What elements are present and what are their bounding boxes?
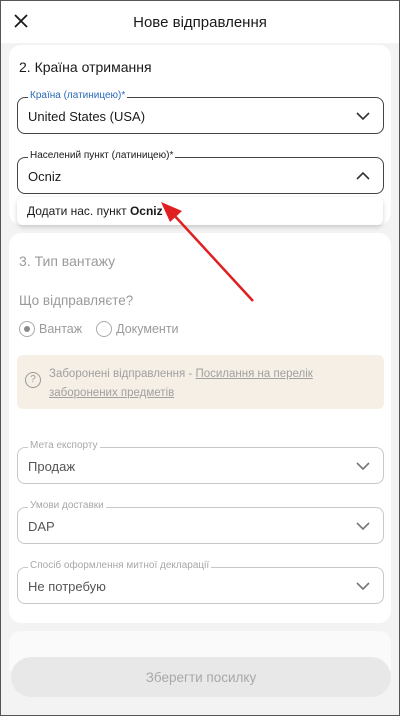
city-value: Ocniz: [28, 169, 62, 184]
radio-cargo-label: Вантаж: [39, 322, 83, 336]
cargo-question: Що відправляєте?: [19, 293, 134, 308]
radio-empty-icon: [96, 321, 113, 337]
header: Нове відправлення: [1, 1, 399, 43]
country-value: United States (USA): [28, 109, 146, 124]
cargo-type-radio-group: Вантаж Документи: [19, 321, 179, 337]
radio-cargo[interactable]: Вантаж: [19, 321, 82, 337]
section-title-country: 2. Країна отримання: [19, 59, 152, 75]
chevron-down-icon: [356, 522, 370, 531]
customs-label: Спосіб оформлення митної декларації: [28, 560, 212, 571]
radio-selected-icon: [19, 321, 35, 337]
city-input[interactable]: Населений пункт (латиницею)* Ocniz: [17, 150, 384, 194]
chevron-up-icon: [356, 171, 370, 180]
export-value: Продаж: [28, 459, 76, 474]
radio-documents[interactable]: Документи: [96, 321, 179, 337]
notice-prefix: Заборонені відправлення -: [49, 368, 196, 380]
country-label: Країна (латиницею)*: [28, 90, 128, 101]
chevron-down-icon: [356, 462, 370, 471]
save-parcel-button[interactable]: Зберегти посилку: [11, 657, 391, 697]
customs-value: Не потребую: [28, 579, 106, 594]
add-city-name: Ocniz: [129, 204, 163, 218]
add-city-prefix: Додати нас. пункт: [27, 204, 130, 218]
cargo-card: 3. Тип вантажу Що відправляєте? Вантаж Д…: [9, 233, 391, 623]
country-select[interactable]: Країна (латиницею)* United States (USA): [17, 90, 384, 134]
chevron-down-icon: [356, 112, 370, 121]
prohibited-notice: ? Заборонені відправлення - Посилання на…: [17, 355, 384, 409]
export-label: Мета експорту: [28, 440, 100, 451]
question-icon: ?: [25, 372, 41, 388]
export-purpose-select[interactable]: Мета експорту Продаж: [17, 440, 384, 484]
delivery-terms-select[interactable]: Умови доставки DAP: [17, 500, 384, 544]
city-label: Населений пункт (латиницею)*: [28, 150, 176, 161]
chevron-down-icon: [356, 582, 370, 591]
page-title: Нове відправлення: [133, 13, 267, 31]
customs-declaration-select[interactable]: Спосіб оформлення митної декларації Не п…: [17, 560, 384, 604]
notice-text: Заборонені відправлення - Посилання на п…: [49, 365, 379, 403]
radio-documents-label: Документи: [116, 322, 179, 336]
section-title-cargo: 3. Тип вантажу: [19, 253, 116, 269]
delivery-value: DAP: [28, 519, 55, 534]
add-city-option[interactable]: Додати нас. пункт Ocniz: [17, 197, 383, 225]
delivery-label: Умови доставки: [28, 500, 106, 511]
close-icon[interactable]: [11, 11, 31, 31]
